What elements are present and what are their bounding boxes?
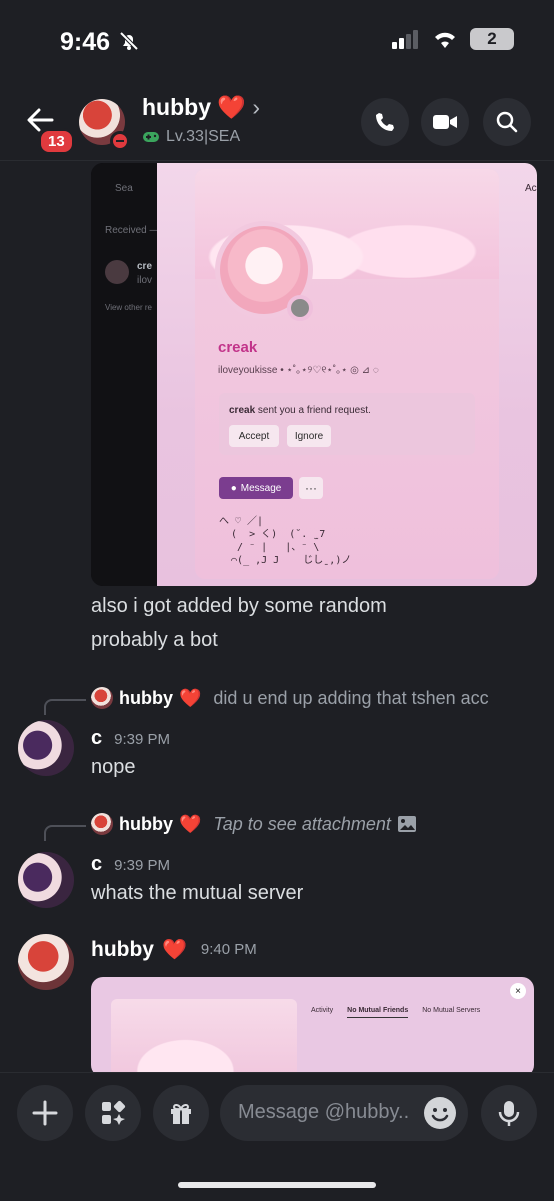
dark-view-other: View other re [105, 303, 152, 312]
image-attachment[interactable]: Activity No Mutual Friends No Mutual Ser… [91, 977, 534, 1077]
reply-author: hubby [119, 813, 173, 834]
channel-name: hubby [142, 94, 211, 120]
video-call-button[interactable] [421, 98, 469, 146]
silent-bell-icon [118, 30, 140, 57]
message-author[interactable]: c [91, 853, 102, 876]
avatar [91, 813, 113, 835]
message-label: Message [240, 482, 282, 494]
message-timestamp: 9:39 PM [114, 857, 170, 874]
call-button[interactable] [361, 98, 409, 146]
dnd-status-icon [110, 131, 130, 151]
gift-icon [171, 1103, 191, 1124]
tab-activity: Activity [311, 1007, 334, 1014]
message-timestamp: 9:39 PM [114, 731, 170, 748]
signal-icon [392, 30, 418, 49]
request-name: creak [229, 405, 256, 416]
profile-tabs: Activity No Mutual Friends No Mutual Ser… [311, 1007, 480, 1018]
close-icon: × [510, 983, 526, 999]
status-icons: 2 [392, 28, 514, 50]
chevron-right-icon: › [252, 94, 261, 120]
offline-status-icon [287, 295, 313, 321]
apps-button[interactable] [85, 1085, 141, 1141]
dark-received: Received — [105, 225, 160, 236]
search-button[interactable] [483, 98, 531, 146]
profile-tag: iloveyoukisse • ⋆˚｡⋆୨♡୧⋆˚｡⋆ ◎ ⊿ ◌ [218, 365, 379, 376]
heart-emoji: ❤️ [179, 813, 202, 834]
reply-preview[interactable]: hubby ❤️ Tap to see attachment [91, 813, 417, 835]
kaomoji-art: へ ♡ ／| ( > く) (˘. ̫ 7 / ⁻ | |、⁻ \ ⌒(_ ,J… [219, 516, 352, 566]
message-text: nope [91, 756, 136, 778]
message-input-placeholder: Message @hubby.. [238, 1101, 410, 1123]
gamepad-icon [143, 132, 159, 142]
profile-name: creak [218, 339, 258, 356]
add-attachment-button[interactable] [17, 1085, 73, 1141]
image-icon [397, 816, 416, 832]
activity-text: Lv.33|SEA [166, 128, 241, 145]
dark-list-name: cre [137, 261, 153, 272]
tab-fragment: Ac [525, 183, 537, 194]
channel-title[interactable]: hubby ❤️ › [142, 94, 260, 121]
plus-icon [32, 1100, 58, 1126]
home-indicator[interactable] [178, 1182, 376, 1188]
accept-button: Accept [229, 425, 279, 447]
message-text: whats the mutual server [91, 882, 304, 904]
status-time: 9:46 [60, 28, 111, 56]
avatar [91, 687, 113, 709]
reply-connector [44, 699, 86, 715]
microphone-icon [498, 1101, 520, 1126]
dark-search: Sea [115, 183, 133, 194]
avatar[interactable] [18, 720, 74, 776]
message-author[interactable]: hubby [91, 938, 154, 962]
battery-indicator: 2 [470, 28, 514, 50]
ignore-button: Ignore [287, 425, 331, 447]
header-divider [0, 160, 554, 161]
profile-card [111, 999, 297, 1077]
wifi-icon [435, 32, 455, 48]
request-message: sent you a friend request. [255, 405, 371, 416]
avatar[interactable] [18, 934, 74, 990]
search-icon [496, 111, 518, 133]
emoji-button[interactable] [424, 1097, 456, 1129]
tab-mutual-friends: No Mutual Friends [347, 1007, 409, 1018]
unread-badge: 13 [38, 128, 75, 155]
reply-text: Tap to see attachment [213, 813, 391, 834]
dark-list-avatar [105, 260, 129, 284]
message-button: ● Message [219, 477, 293, 499]
smiley-icon [431, 1108, 449, 1122]
message-line: also i got added by some random [91, 595, 387, 617]
chat-bubble-icon: ● [230, 482, 237, 494]
heart-emoji: ❤️ [217, 94, 247, 120]
message-header: c 9:39 PM [91, 853, 170, 876]
reply-text: did u end up adding that tshen acc [213, 687, 489, 708]
reply-connector [44, 825, 86, 841]
avatar[interactable] [18, 852, 74, 908]
reply-preview[interactable]: hubby ❤️ did u end up adding that tshen … [91, 687, 489, 709]
tab-mutual-servers: No Mutual Servers [422, 1007, 481, 1014]
heart-emoji: ❤️ [162, 939, 187, 961]
video-camera-icon [433, 115, 457, 129]
message-timestamp: 9:40 PM [200, 941, 257, 958]
message-line: probably a bot [91, 629, 218, 651]
reply-author: hubby [119, 687, 173, 708]
message-header: hubby ❤️ 9:40 PM [91, 937, 257, 962]
phone-icon [376, 113, 394, 131]
message-author[interactable]: c [91, 727, 102, 750]
message-header: c 9:39 PM [91, 727, 170, 750]
sparkle-apps-icon [102, 1100, 126, 1125]
channel-subtitle: Lv.33|SEA [142, 128, 240, 146]
dark-list-sub: ilov [137, 275, 153, 286]
image-attachment[interactable]: Sea Received — cre ilov View other re Ac… [91, 163, 537, 586]
more-button: ··· [299, 477, 323, 499]
gift-button[interactable] [153, 1085, 209, 1141]
voice-message-button[interactable] [481, 1085, 537, 1141]
heart-emoji: ❤️ [179, 687, 202, 708]
friend-request-text: creak sent you a friend request. [229, 405, 371, 416]
